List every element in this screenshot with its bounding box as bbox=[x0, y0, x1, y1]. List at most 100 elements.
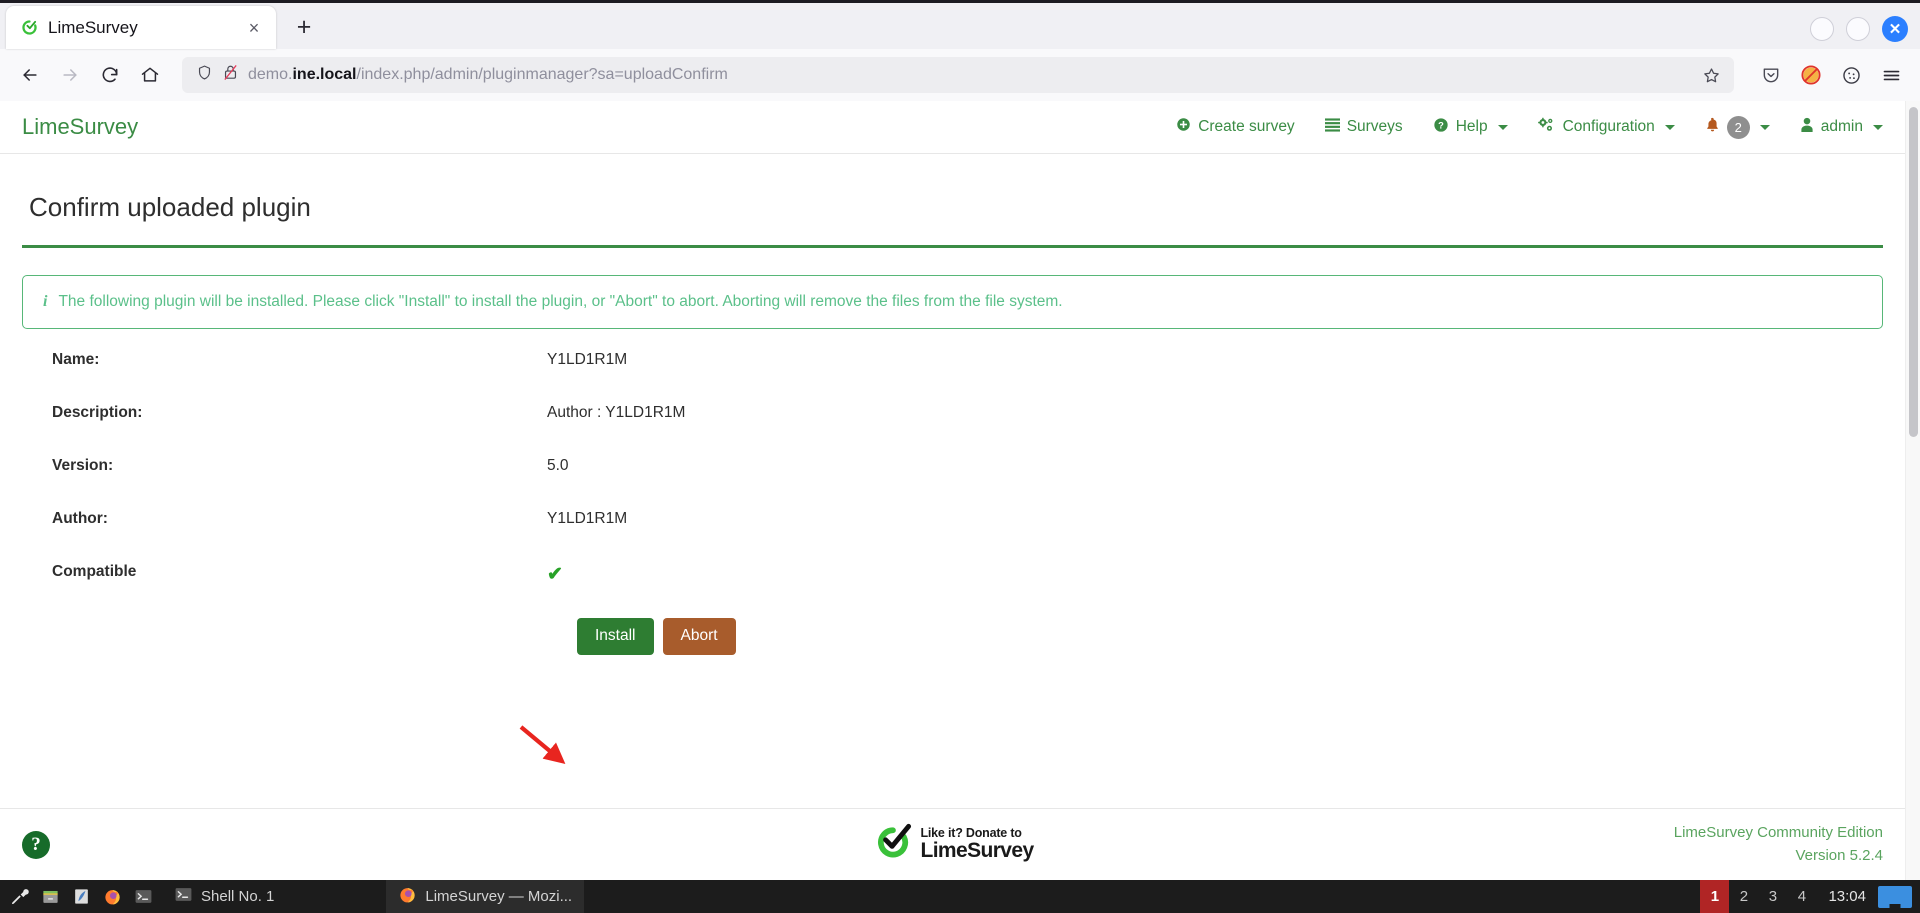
taskbar-task-label: LimeSurvey — Mozi... bbox=[425, 888, 573, 905]
detail-value: Y1LD1R1M bbox=[547, 351, 628, 368]
home-button[interactable] bbox=[132, 57, 168, 93]
gears-icon bbox=[1537, 117, 1556, 138]
pocket-save-icon[interactable] bbox=[1754, 58, 1788, 92]
question-circle-icon: ? bbox=[1433, 117, 1449, 138]
show-desktop-button[interactable] bbox=[1878, 885, 1912, 908]
nav-item-notifications[interactable]: 2 bbox=[1705, 115, 1770, 139]
limesurvey-logo-icon bbox=[871, 822, 913, 867]
title-divider bbox=[22, 245, 1883, 248]
minimize-button[interactable] bbox=[1810, 17, 1834, 41]
tools-icon[interactable] bbox=[8, 886, 30, 908]
terminal-icon bbox=[174, 885, 193, 908]
chevron-down-icon bbox=[1873, 124, 1883, 130]
close-window-button[interactable]: ✕ bbox=[1882, 16, 1908, 42]
url-text[interactable]: demo.ine.local/index.php/admin/pluginman… bbox=[248, 66, 1687, 84]
action-buttons: Install Abort bbox=[52, 618, 1883, 655]
taskbar-clock: 13:04 bbox=[1828, 888, 1866, 905]
info-icon: i bbox=[43, 293, 48, 310]
detail-value: 5.0 bbox=[547, 457, 569, 474]
desktop-switch-3[interactable]: 3 bbox=[1758, 880, 1787, 913]
shield-icon[interactable] bbox=[196, 64, 213, 86]
reload-button[interactable] bbox=[92, 57, 128, 93]
question-mark-icon[interactable]: ? bbox=[22, 830, 50, 859]
insecure-lock-icon[interactable] bbox=[222, 63, 239, 87]
forward-button[interactable] bbox=[52, 57, 88, 93]
terminal-icon[interactable] bbox=[132, 886, 154, 908]
nav-label: admin bbox=[1820, 118, 1863, 135]
firefox-icon[interactable] bbox=[101, 886, 123, 908]
new-tab-button[interactable]: + bbox=[286, 9, 322, 45]
tab-close-icon[interactable]: × bbox=[242, 16, 266, 40]
app-footer: ? Like it? Donate to LimeSurvey LimeSurv… bbox=[0, 808, 1905, 880]
svg-text:?: ? bbox=[1438, 120, 1444, 130]
detail-label: Compatible bbox=[52, 563, 137, 580]
nav-label: Surveys bbox=[1346, 118, 1403, 135]
address-bar[interactable]: demo.ine.local/index.php/admin/pluginman… bbox=[182, 57, 1734, 93]
compatible-check-icon: ✔ bbox=[547, 564, 563, 585]
browser-tab[interactable]: LimeSurvey × bbox=[6, 6, 276, 49]
desktop-switch-2[interactable]: 2 bbox=[1729, 880, 1758, 913]
user-icon bbox=[1800, 117, 1814, 138]
tracking-protection-icon[interactable] bbox=[1794, 58, 1828, 92]
nav-item-configuration[interactable]: Configuration bbox=[1537, 117, 1675, 138]
bookmark-star-icon[interactable] bbox=[1696, 60, 1726, 90]
detail-row-description: Description: Author : Y1LD1R1M bbox=[52, 404, 1883, 457]
donate-line-2: LimeSurvey bbox=[920, 839, 1034, 863]
nav-label: Configuration bbox=[1562, 118, 1655, 135]
toolbar-icons bbox=[1748, 58, 1908, 92]
maximize-button[interactable] bbox=[1846, 17, 1870, 41]
limesurvey-favicon-icon bbox=[20, 19, 38, 37]
nav-item-help[interactable]: ? Help bbox=[1433, 117, 1508, 138]
abort-button[interactable]: Abort bbox=[662, 618, 736, 655]
limesurvey-page: LimeSurvey Create survey Surveys ? Help … bbox=[0, 101, 1905, 880]
scrollbar-thumb[interactable] bbox=[1909, 107, 1918, 437]
footer-edition: LimeSurvey Community Edition bbox=[1673, 824, 1883, 841]
main-content: Confirm uploaded plugin i The following … bbox=[0, 154, 1905, 808]
page-title: Confirm uploaded plugin bbox=[29, 192, 311, 222]
taskbar-task-label: Shell No. 1 bbox=[201, 888, 275, 905]
plugin-details-list: Name: Y1LD1R1M Description: Author : Y1L… bbox=[22, 329, 1883, 655]
chevron-down-icon bbox=[1497, 124, 1508, 130]
desktop-switch-4[interactable]: 4 bbox=[1787, 880, 1816, 913]
page-scrollbar[interactable] bbox=[1905, 101, 1920, 880]
nav-item-surveys[interactable]: Surveys bbox=[1324, 117, 1403, 137]
back-button[interactable] bbox=[12, 57, 48, 93]
cookie-icon[interactable] bbox=[1834, 58, 1868, 92]
browser-window: LimeSurvey × + ✕ demo.ine.local/index.ph… bbox=[0, 0, 1920, 880]
install-button[interactable]: Install bbox=[577, 618, 654, 655]
app-nav: Create survey Surveys ? Help Configurati… bbox=[1176, 115, 1883, 139]
donate-logo[interactable]: Like it? Donate to LimeSurvey bbox=[871, 822, 1034, 867]
list-icon bbox=[1324, 117, 1340, 137]
chevron-down-icon bbox=[1759, 124, 1770, 130]
window-controls: ✕ bbox=[1810, 16, 1908, 42]
nav-item-user-menu[interactable]: admin bbox=[1800, 117, 1883, 138]
taskbar-launcher-icons bbox=[0, 886, 162, 908]
editor-icon[interactable] bbox=[70, 886, 92, 908]
detail-row-name: Name: Y1LD1R1M bbox=[52, 351, 1883, 404]
firefox-icon bbox=[398, 885, 417, 908]
hamburger-menu-icon[interactable] bbox=[1874, 58, 1908, 92]
detail-label: Name: bbox=[52, 351, 100, 368]
footer-version: Version 5.2.4 bbox=[1795, 846, 1883, 864]
detail-row-compatible: Compatible ✔ bbox=[52, 563, 1883, 616]
app-brand[interactable]: LimeSurvey bbox=[22, 114, 138, 140]
footer-version-info: LimeSurvey Community Edition Version 5.2… bbox=[1674, 822, 1883, 867]
detail-label: Description: bbox=[52, 404, 143, 421]
nav-label: Help bbox=[1455, 118, 1488, 135]
taskbar-task-limesurvey[interactable]: LimeSurvey — Mozi... bbox=[386, 880, 585, 913]
bell-icon bbox=[1705, 117, 1720, 137]
plus-circle-icon bbox=[1176, 117, 1191, 137]
tab-strip: LimeSurvey × + ✕ bbox=[0, 0, 1920, 49]
files-icon[interactable] bbox=[39, 886, 61, 908]
taskbar-right: 1 2 3 4 13:04 bbox=[1700, 880, 1920, 913]
taskbar-task-shell[interactable]: Shell No. 1 bbox=[162, 880, 286, 913]
app-header: LimeSurvey Create survey Surveys ? Help … bbox=[0, 101, 1905, 154]
detail-value: Author : Y1LD1R1M bbox=[547, 404, 686, 421]
chevron-down-icon bbox=[1664, 124, 1675, 130]
notification-count-badge: 2 bbox=[1726, 115, 1750, 139]
detail-label: Author: bbox=[52, 510, 108, 527]
donate-logo-text: Like it? Donate to LimeSurvey bbox=[920, 827, 1034, 863]
browser-toolbar: demo.ine.local/index.php/admin/pluginman… bbox=[0, 49, 1920, 101]
desktop-switch-1[interactable]: 1 bbox=[1700, 880, 1730, 913]
nav-item-create-survey[interactable]: Create survey bbox=[1176, 117, 1295, 137]
